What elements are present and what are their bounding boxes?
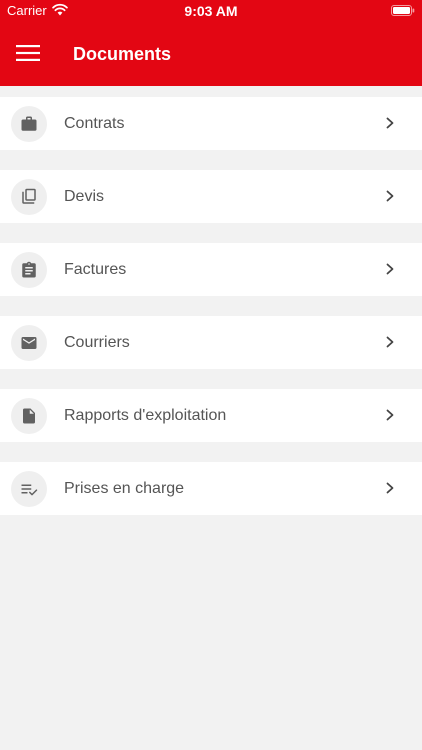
clipboard-icon xyxy=(22,261,36,278)
list-item-label: Factures xyxy=(64,261,127,278)
list-item-contrats[interactable]: Contrats xyxy=(0,97,422,150)
mail-icon xyxy=(21,337,37,349)
list-item-label: Rapports d'exploitation xyxy=(64,407,227,424)
icon-badge xyxy=(11,179,47,215)
chevron-right-icon xyxy=(386,336,394,348)
chevron-right-icon xyxy=(386,190,394,202)
list-item-factures[interactable]: Factures xyxy=(0,243,422,296)
chevron-right-icon xyxy=(386,117,394,129)
battery-icon xyxy=(391,5,415,16)
copy-icon xyxy=(22,188,36,204)
icon-badge xyxy=(11,325,47,361)
hamburger-menu-button[interactable] xyxy=(14,42,42,64)
chevron-right-icon xyxy=(386,263,394,275)
briefcase-icon xyxy=(21,116,37,131)
list-item-devis[interactable]: Devis xyxy=(0,170,422,223)
icon-badge xyxy=(11,398,47,434)
chevron-right-icon xyxy=(386,409,394,421)
checklist-icon xyxy=(21,484,38,496)
document-icon xyxy=(23,408,35,424)
icon-badge xyxy=(11,106,47,142)
hamburger-menu-icon xyxy=(16,45,40,61)
app-header: Carrier 9:03 AM Documents xyxy=(0,0,422,86)
documents-list: Contrats Devis Factures Courriers Rappor… xyxy=(0,97,422,535)
list-item-label: Courriers xyxy=(64,334,130,351)
list-item-courriers[interactable]: Courriers xyxy=(0,316,422,369)
icon-badge xyxy=(11,471,47,507)
list-item-prises-en-charge[interactable]: Prises en charge xyxy=(0,462,422,515)
list-item-label: Devis xyxy=(64,188,105,205)
status-bar: Carrier 9:03 AM xyxy=(0,0,422,22)
icon-badge xyxy=(11,252,47,288)
list-item-label: Contrats xyxy=(64,115,125,132)
chevron-right-icon xyxy=(386,482,394,494)
page-title: Documents xyxy=(73,44,172,64)
status-time: 9:03 AM xyxy=(184,3,238,19)
list-item-rapports[interactable]: Rapports d'exploitation xyxy=(0,389,422,442)
list-item-label: Prises en charge xyxy=(64,480,185,497)
